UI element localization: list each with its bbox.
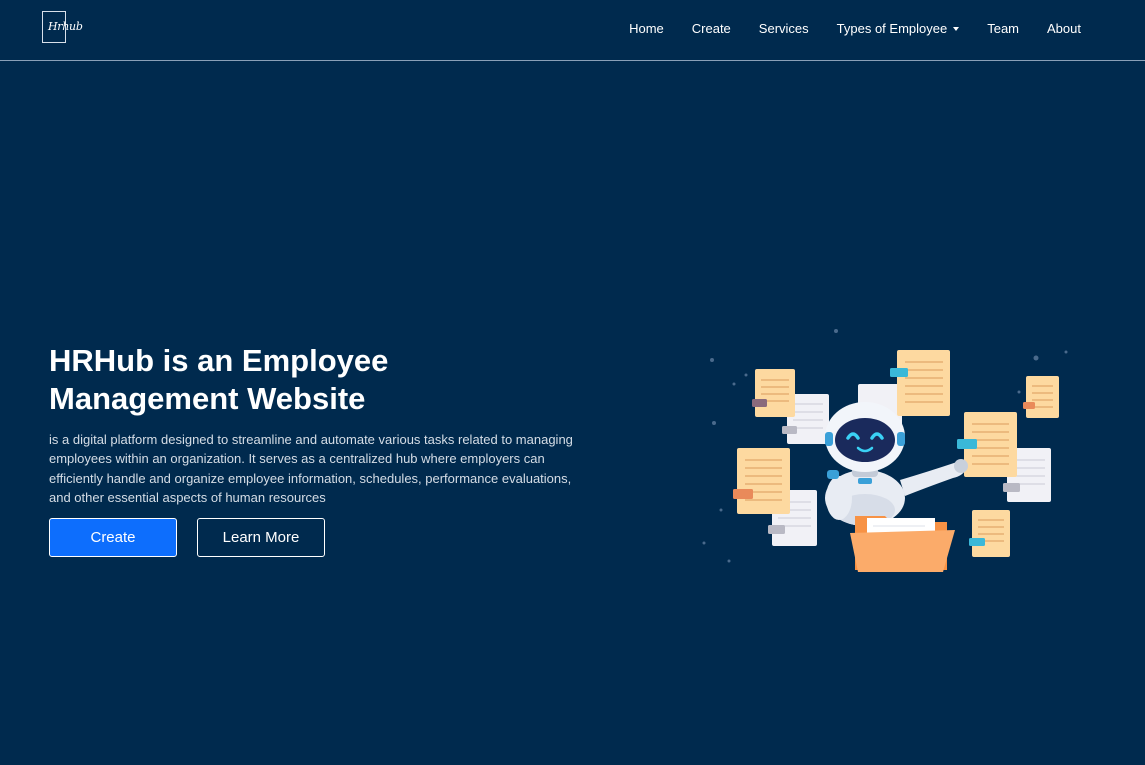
nav-item-types-of-employee-label: Types of Employee	[836, 21, 948, 36]
learn-more-button[interactable]: Learn More	[197, 518, 325, 557]
nav-item-team[interactable]: Team	[973, 20, 1033, 38]
create-button[interactable]: Create	[49, 518, 177, 557]
caret-down-icon	[953, 26, 960, 31]
nav-item-create[interactable]: Create	[678, 20, 745, 38]
robot-with-documents-illustration	[702, 329, 1068, 572]
nav-links: Home Create Services Types of Employee T…	[615, 20, 1081, 38]
top-navbar: Hrhub Home Create Services Types of Empl…	[0, 0, 1145, 61]
brand-logo-text: Hrhub	[48, 20, 83, 33]
nav-item-home[interactable]: Home	[615, 20, 678, 38]
hero-title-line-1: HRHub is an Employee	[49, 343, 389, 378]
nav-item-services[interactable]: Services	[745, 20, 823, 38]
brand-logo[interactable]: Hrhub	[42, 11, 83, 43]
nav-item-types-of-employee[interactable]: Types of Employee	[823, 20, 974, 38]
robot	[825, 402, 968, 526]
hero-description: is a digital platform designed to stream…	[49, 432, 573, 505]
hero-title-line-2: Management Website	[49, 381, 366, 416]
hero-title: HRHub is an Employee Management Website	[49, 342, 479, 418]
nav-item-about[interactable]: About	[1033, 20, 1081, 38]
folder	[850, 516, 955, 572]
